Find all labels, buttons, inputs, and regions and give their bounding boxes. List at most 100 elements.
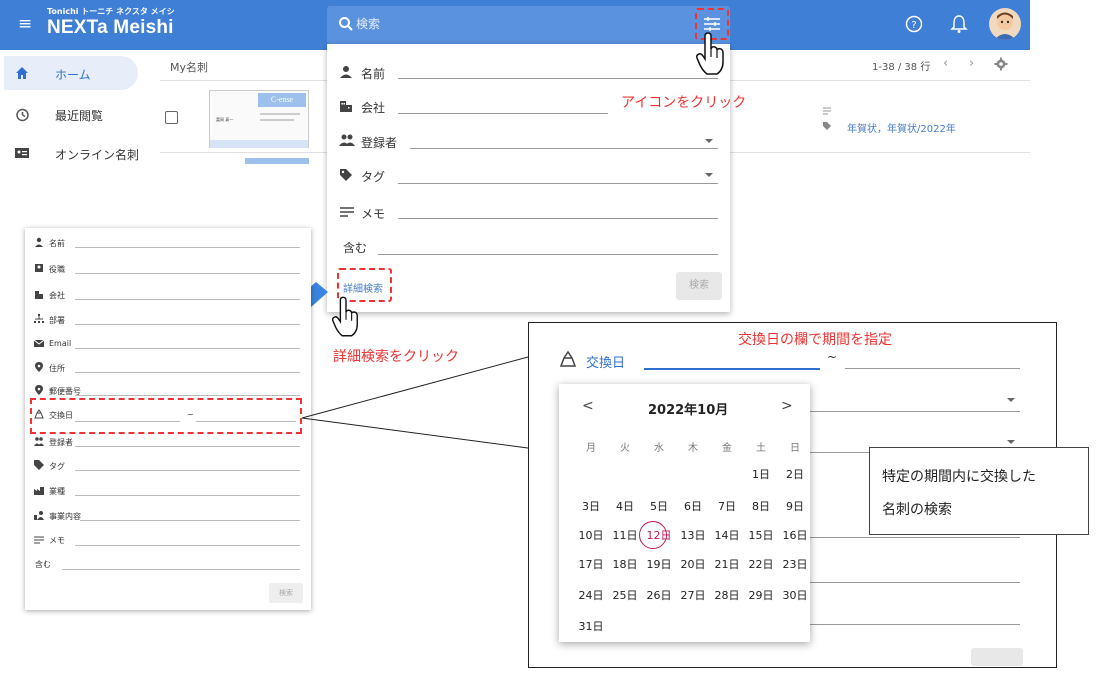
calendar-day[interactable]: 29日 bbox=[744, 586, 778, 606]
detail-search-link[interactable]: 詳細検索 bbox=[343, 280, 383, 295]
detail-title-input[interactable] bbox=[75, 273, 300, 274]
exchange-icon bbox=[559, 350, 577, 367]
registrant-select[interactable] bbox=[410, 148, 718, 149]
app-logo[interactable]: NEXTa Meishi bbox=[47, 17, 174, 39]
calendar-day[interactable]: 31日 bbox=[574, 617, 608, 637]
tune-icon bbox=[704, 17, 720, 31]
calendar-day[interactable]: 14日 bbox=[710, 526, 744, 546]
card-thumbnail[interactable]: C-ense 富岡 真一 bbox=[209, 90, 309, 148]
calendar-day[interactable]: 6日 bbox=[676, 497, 710, 517]
calendar-day[interactable]: 28日 bbox=[710, 586, 744, 606]
calendar-day[interactable]: 4日 bbox=[608, 497, 642, 517]
calendar-day-today[interactable]: 12日 bbox=[642, 526, 676, 546]
exchange-to-input[interactable] bbox=[845, 368, 1020, 369]
calendar-next-button[interactable]: > bbox=[781, 398, 793, 414]
svg-text:?: ? bbox=[911, 20, 916, 31]
id-badge-icon bbox=[35, 264, 43, 272]
next-page-button[interactable]: › bbox=[969, 56, 974, 71]
detail-industry-select[interactable] bbox=[75, 495, 300, 496]
detail-memo-input[interactable] bbox=[75, 545, 300, 546]
card-name: 富岡 真一 bbox=[216, 117, 234, 122]
search-input[interactable]: 検索 bbox=[356, 15, 380, 32]
mail-icon bbox=[34, 339, 44, 347]
detail-field-label: 役職 bbox=[49, 265, 65, 274]
notes-icon bbox=[823, 107, 831, 115]
calendar-weekday-label: 火 bbox=[620, 443, 630, 454]
location-pin-icon bbox=[35, 362, 43, 372]
detail-field-label: 業種 bbox=[49, 487, 65, 496]
detail-name-input[interactable] bbox=[75, 247, 300, 248]
calendar-day[interactable]: 15日 bbox=[744, 526, 778, 546]
search-bar[interactable] bbox=[327, 6, 730, 44]
card-thumbnail-next[interactable] bbox=[245, 158, 309, 164]
card-icon bbox=[15, 148, 29, 158]
search-button-label: 検索 bbox=[689, 280, 709, 291]
calendar-day[interactable]: 1日 bbox=[744, 465, 778, 485]
chevron-down-icon bbox=[1007, 440, 1015, 444]
underlying-field-line bbox=[810, 537, 1020, 538]
detail-field-label: 部署 bbox=[49, 316, 65, 325]
memo-input[interactable] bbox=[398, 218, 718, 219]
bell-icon[interactable] bbox=[950, 14, 968, 34]
note-line-1: 特定の期間内に交換した bbox=[882, 469, 1036, 485]
calendar-prev-button[interactable]: < bbox=[582, 398, 594, 414]
sidebar-item-label: ホーム bbox=[55, 68, 91, 82]
calendar-day[interactable]: 7日 bbox=[710, 497, 744, 517]
detail-field-label: 名前 bbox=[49, 239, 65, 248]
detail-business-input[interactable] bbox=[80, 520, 300, 521]
field-label-company: 会社 bbox=[361, 101, 386, 115]
calendar-day[interactable]: 23日 bbox=[778, 555, 812, 575]
calendar-day[interactable]: 10日 bbox=[574, 526, 608, 546]
calendar-day[interactable]: 25日 bbox=[608, 586, 642, 606]
row-checkbox[interactable] bbox=[165, 111, 178, 124]
detail-company-input[interactable] bbox=[75, 299, 300, 300]
gear-icon[interactable] bbox=[994, 57, 1008, 71]
avatar[interactable] bbox=[989, 8, 1021, 40]
calendar-day[interactable]: 13日 bbox=[676, 526, 710, 546]
detail-address-input[interactable] bbox=[75, 372, 300, 373]
calendar-day[interactable]: 27日 bbox=[676, 586, 710, 606]
calendar-day[interactable]: 9日 bbox=[778, 497, 812, 517]
tag-icon bbox=[823, 122, 831, 130]
calendar-day[interactable]: 22日 bbox=[744, 555, 778, 575]
calendar-day[interactable]: 16日 bbox=[778, 526, 812, 546]
detail-email-input[interactable] bbox=[75, 348, 300, 349]
calendar-day[interactable]: 5日 bbox=[642, 497, 676, 517]
sidebar-item-recent[interactable]: 最近閲覧 bbox=[55, 107, 103, 124]
help-icon[interactable]: ? bbox=[905, 15, 923, 33]
detail-contains-input[interactable] bbox=[62, 569, 300, 570]
detail-field-label: 事業内容 bbox=[49, 512, 81, 521]
calendar-weekday-label: 日 bbox=[790, 443, 800, 454]
detail-tag-select[interactable] bbox=[75, 470, 300, 471]
tags-text[interactable]: 年賀状，年賀状/2022年 bbox=[847, 120, 956, 135]
org-chart-icon bbox=[34, 314, 44, 323]
detail-postal-input[interactable] bbox=[75, 395, 300, 396]
sidebar-item-online-card[interactable]: オンライン名刺 bbox=[55, 146, 139, 163]
calendar-day[interactable]: 30日 bbox=[778, 586, 812, 606]
calendar-weekday-label: 土 bbox=[756, 443, 766, 454]
calendar-day[interactable]: 19日 bbox=[642, 555, 676, 575]
calendar-day[interactable]: 21日 bbox=[710, 555, 744, 575]
group-icon bbox=[339, 134, 355, 146]
building-icon bbox=[340, 101, 352, 112]
calendar-day[interactable]: 2日 bbox=[778, 465, 812, 485]
calendar-day[interactable]: 8日 bbox=[744, 497, 778, 517]
tag-select[interactable] bbox=[398, 183, 718, 184]
company-input[interactable] bbox=[398, 113, 608, 114]
calendar-day[interactable]: 17日 bbox=[574, 555, 608, 575]
calendar-day[interactable]: 24日 bbox=[574, 586, 608, 606]
prev-page-button[interactable]: ‹ bbox=[943, 56, 948, 71]
calendar-day[interactable]: 18日 bbox=[608, 555, 642, 575]
history-icon bbox=[16, 108, 29, 122]
contains-input[interactable] bbox=[378, 254, 718, 255]
detail-department-input[interactable] bbox=[75, 324, 300, 325]
calendar-day[interactable]: 20日 bbox=[676, 555, 710, 575]
name-input[interactable] bbox=[398, 78, 718, 79]
calendar-day[interactable]: 11日 bbox=[608, 526, 642, 546]
calendar-day[interactable]: 26日 bbox=[642, 586, 676, 606]
calendar-day[interactable]: 3日 bbox=[574, 497, 608, 517]
search-icon bbox=[339, 17, 353, 31]
exchange-from-input[interactable] bbox=[644, 368, 820, 370]
menu-icon[interactable]: ≡ bbox=[18, 15, 36, 33]
detail-registrant-select[interactable] bbox=[75, 446, 300, 447]
